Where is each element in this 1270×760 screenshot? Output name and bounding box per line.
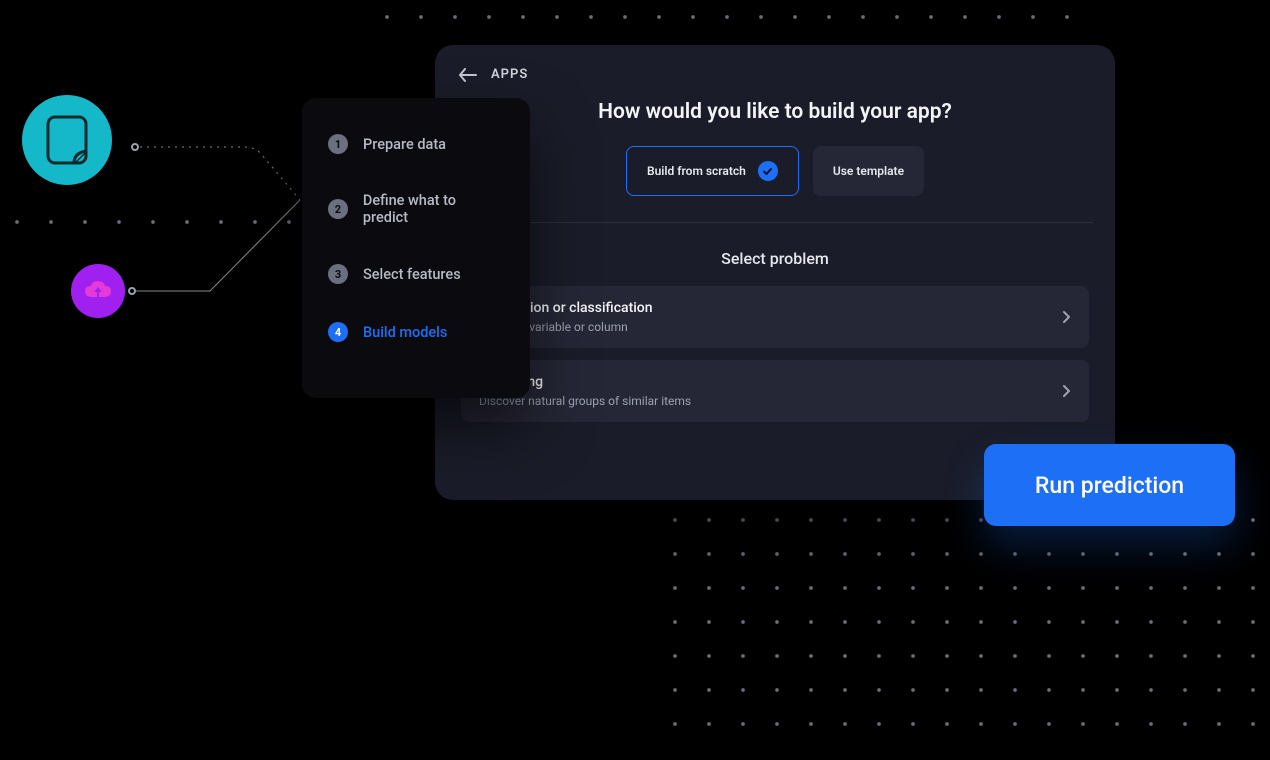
page-title: How would you like to build your app?: [459, 100, 1091, 124]
check-icon: [762, 166, 773, 177]
decorative-dots-left: [0, 205, 300, 225]
step-build-models[interactable]: 4 Build models: [328, 322, 504, 342]
section-title: Select problem: [459, 249, 1091, 268]
chevron-right-icon: [1063, 308, 1071, 327]
file-icon: [46, 115, 88, 165]
divider: [457, 222, 1093, 223]
run-prediction-label: Run prediction: [1035, 472, 1184, 499]
problem-list: Regression or classification Predict a v…: [459, 286, 1091, 422]
decorative-dots-bottom: [658, 503, 1268, 753]
step-number: 4: [328, 322, 348, 342]
step-number: 3: [328, 264, 348, 284]
step-number: 1: [328, 134, 348, 154]
step-select-features[interactable]: 3 Select features: [328, 264, 504, 284]
app-header: APPS: [459, 67, 1091, 82]
connector-node: [128, 287, 136, 295]
cloud-disc: [71, 264, 125, 318]
step-define-predict[interactable]: 2 Define what to predict: [328, 192, 504, 226]
step-label: Select features: [363, 266, 461, 283]
build-choice-row: Build from scratch Use template: [459, 146, 1091, 196]
step-prepare-data[interactable]: 1 Prepare data: [328, 134, 504, 154]
chevron-right-icon: [1063, 382, 1071, 401]
stepper-panel: 1 Prepare data 2 Define what to predict …: [302, 98, 530, 398]
back-button[interactable]: [459, 68, 477, 82]
choice-build-from-scratch[interactable]: Build from scratch: [626, 146, 799, 196]
connector-node: [131, 143, 139, 151]
step-label: Build models: [363, 324, 447, 341]
arrow-left-icon: [459, 68, 477, 82]
choice-label: Use template: [833, 164, 904, 178]
problem-regression-classification[interactable]: Regression or classification Predict a v…: [461, 286, 1089, 348]
check-badge: [758, 161, 778, 181]
choice-use-template[interactable]: Use template: [813, 146, 924, 196]
decorative-dots-top: [370, 0, 1090, 40]
step-label: Prepare data: [363, 136, 446, 153]
run-prediction-button[interactable]: Run prediction: [984, 444, 1235, 526]
file-disc: [22, 95, 112, 185]
breadcrumb[interactable]: APPS: [491, 67, 528, 82]
step-number: 2: [328, 199, 348, 219]
step-label: Define what to predict: [363, 192, 504, 226]
choice-label: Build from scratch: [647, 164, 746, 178]
cloud-upload-icon: [84, 281, 112, 301]
app-window: APPS How would you like to build your ap…: [435, 45, 1115, 500]
problem-clustering[interactable]: Clustering Discover natural groups of si…: [461, 360, 1089, 422]
